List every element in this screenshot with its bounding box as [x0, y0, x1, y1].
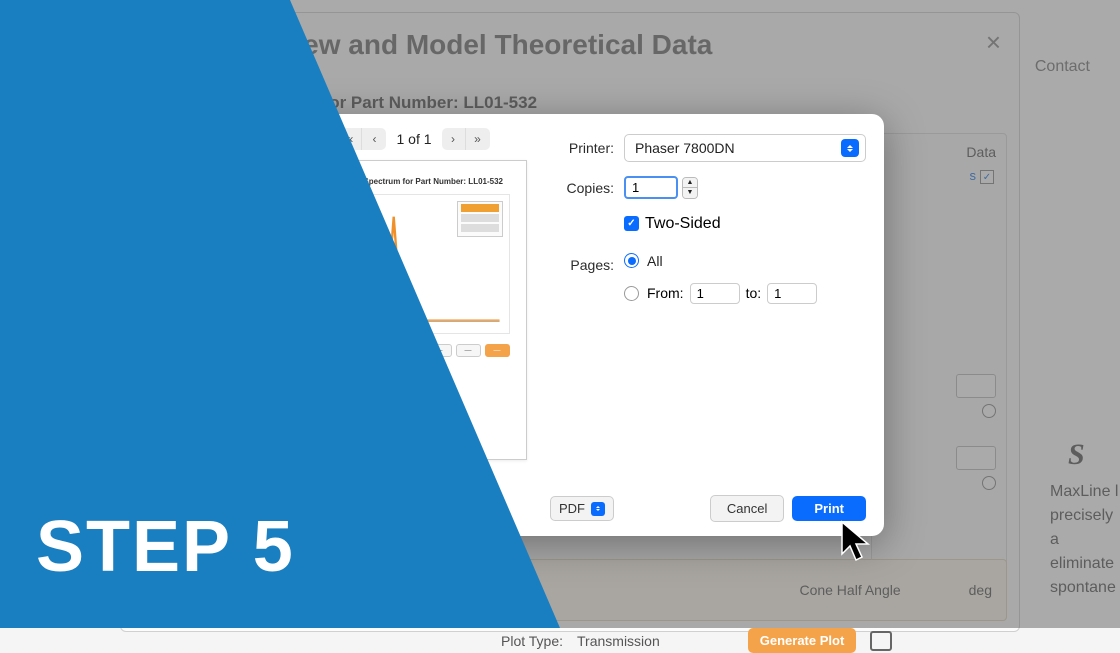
preview-control: — — [427, 344, 452, 357]
deg-label: deg — [347, 582, 370, 598]
preview-generate: — — [485, 344, 510, 357]
pages-to-label: to: — [746, 285, 762, 301]
panel-radio[interactable] — [982, 404, 996, 418]
window-title: MyLight - View and Model Theoretical Dat… — [145, 29, 712, 61]
copies-input[interactable] — [624, 176, 678, 199]
step-label: STEP 5 — [36, 506, 295, 588]
incidence-value: 0 — [299, 582, 327, 598]
plot-type-label: Plot Type: — [501, 633, 563, 649]
pages-all-label: All — [647, 253, 663, 269]
close-icon[interactable]: × — [986, 27, 1001, 58]
pages-from-label: From: — [647, 285, 684, 301]
help-icon[interactable]: ? — [304, 508, 312, 524]
panel-field[interactable] — [956, 446, 996, 470]
pages-all-radio[interactable] — [624, 253, 639, 268]
brand-logo: S — [1068, 438, 1120, 470]
pages-from-radio[interactable] — [624, 286, 639, 301]
nav-link-contact[interactable]: Contact — [1035, 58, 1090, 75]
plot-type-select[interactable]: Transmission — [577, 633, 660, 649]
pages-to-input[interactable] — [767, 283, 817, 304]
show-details-button[interactable]: Show Details — [394, 501, 496, 526]
copies-stepper[interactable]: ▲ ▼ — [682, 177, 698, 199]
first-page-icon[interactable]: « — [338, 128, 362, 150]
preview-doc-title: Theoretical Spectrum for Part Number: LL… — [319, 177, 510, 186]
select-arrows-icon — [841, 139, 859, 157]
panel-field[interactable] — [956, 374, 996, 398]
pdf-label: PDF — [559, 501, 585, 516]
cancel-button[interactable]: Cancel — [710, 495, 784, 522]
pages-label: Pages: — [550, 257, 614, 273]
generate-plot-button[interactable]: Generate Plot — [748, 628, 857, 653]
printer-value: Phaser 7800DN — [635, 140, 735, 156]
pdf-dropdown[interactable]: PDF — [550, 496, 614, 521]
deg-label: deg — [969, 582, 992, 598]
print-preview-page: Theoretical Spectrum for Part Number: LL… — [302, 160, 527, 460]
printer-label: Printer: — [550, 140, 614, 156]
pager-prev-group[interactable]: « ‹ — [338, 128, 386, 150]
print-options-pane: Printer: Phaser 7800DN Copies: ▲ ▼ ✓ Two… — [540, 114, 884, 536]
preview-chart — [319, 194, 510, 334]
cone-label: Cone Half Angle — [799, 582, 900, 598]
next-page-icon[interactable]: › — [442, 128, 466, 150]
panel-radio[interactable] — [982, 476, 996, 490]
pages-from-input[interactable] — [690, 283, 740, 304]
data-label: Data — [966, 144, 996, 160]
two-sided-label: Two-Sided — [645, 215, 721, 233]
stepper-down-icon[interactable]: ▼ — [683, 188, 697, 198]
chart-legend — [457, 201, 503, 237]
data-checkbox[interactable] — [980, 170, 994, 184]
last-page-icon[interactable]: » — [466, 128, 490, 150]
pager-next-group[interactable]: › » — [442, 128, 490, 150]
copies-label: Copies: — [550, 180, 614, 196]
pager-label: 1 of 1 — [396, 131, 431, 147]
print-preview-pane: « ‹ 1 of 1 › » Theoretical Spectrum for … — [284, 114, 540, 536]
print-button[interactable]: Print — [792, 496, 866, 521]
checkbox-label: s — [970, 168, 977, 183]
checkbox-checked-icon: ✓ — [624, 216, 639, 231]
spectrum-title: Theoretical Spectrum for Part Number: LL… — [145, 93, 537, 113]
select-arrows-icon — [591, 502, 605, 516]
plot-type-row: Plot Type: Transmission Generate Plot — [501, 628, 892, 653]
printer-select[interactable]: Phaser 7800DN — [624, 134, 866, 162]
printer-icon[interactable] — [870, 631, 892, 651]
two-sided-checkbox[interactable]: ✓ Two-Sided — [624, 215, 721, 233]
stepper-up-icon[interactable]: ▲ — [683, 178, 697, 188]
print-dialog: « ‹ 1 of 1 › » Theoretical Spectrum for … — [284, 114, 884, 536]
preview-control: — — [456, 344, 481, 357]
right-panel: Data s — [871, 133, 1007, 613]
side-text: MaxLine l precisely a eliminate spontane — [1050, 480, 1120, 600]
cursor-icon — [840, 520, 876, 569]
prev-page-icon[interactable]: ‹ — [362, 128, 386, 150]
